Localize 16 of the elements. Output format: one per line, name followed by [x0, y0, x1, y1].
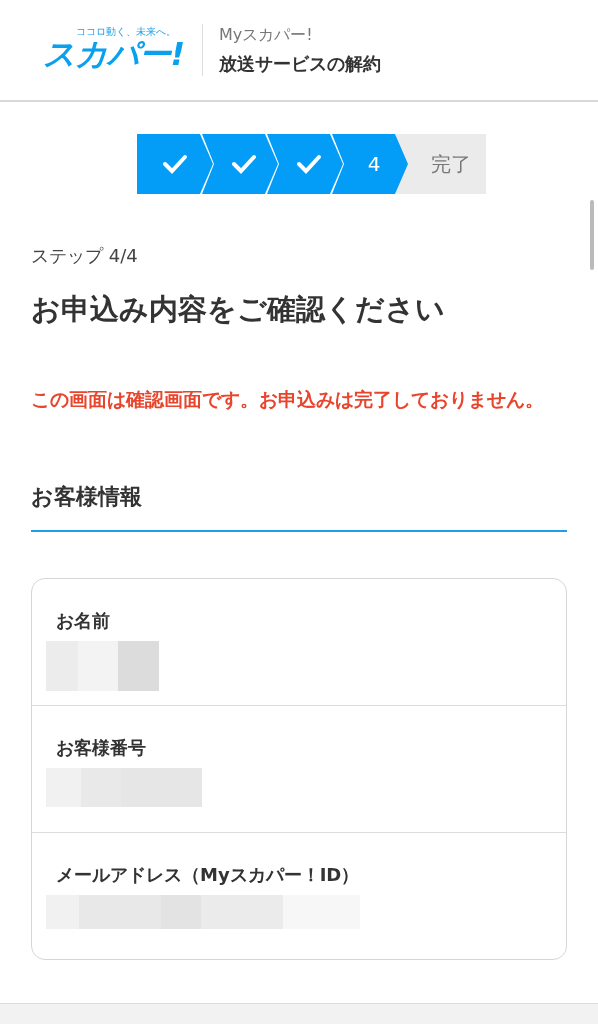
field-label: お客様番号 [56, 736, 147, 761]
page-title: 放送サービスの解約 [219, 51, 381, 76]
warning-message: この画面は確認画面です。お申込みは完了しておりません。 [31, 387, 545, 412]
check-icon [296, 154, 322, 174]
step-segment: 完了 [396, 134, 486, 194]
service-name: Myスカパー! [219, 24, 314, 46]
field-label: メールアドレス（Myスカパー！ID） [56, 863, 361, 888]
logo-tagline: ココロ動く、未来へ。 [76, 27, 176, 38]
field-label: お名前 [56, 609, 111, 634]
page-heading: お申込み内容をご確認ください [31, 291, 446, 328]
check-icon [231, 154, 257, 174]
section-title: お客様情報 [31, 482, 567, 533]
step-indicator: ステップ 4/4 [31, 244, 139, 268]
scrollbar [590, 200, 594, 270]
check-icon [162, 154, 188, 174]
logo[interactable]: スカパー! [43, 37, 184, 73]
